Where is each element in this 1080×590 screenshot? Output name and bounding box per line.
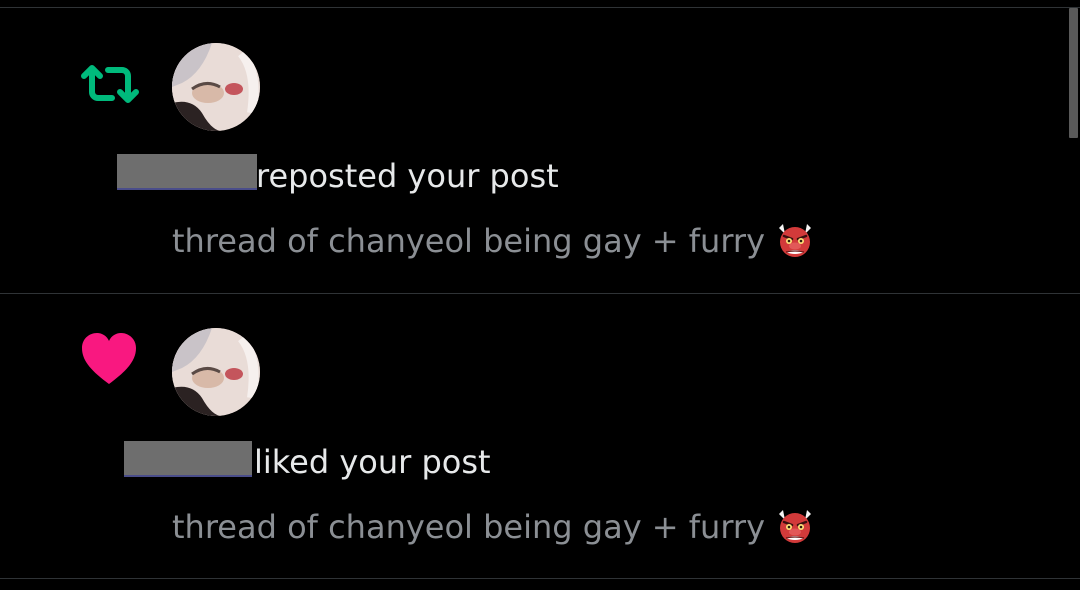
post-preview-text: thread of chanyeol being gay + furry — [172, 222, 766, 260]
action-text: liked your post — [254, 443, 491, 481]
post-preview[interactable]: thread of chanyeol being gay + furry — [172, 220, 815, 261]
post-preview-text: thread of chanyeol being gay + furry — [172, 508, 766, 546]
post-preview[interactable]: thread of chanyeol being gay + furry — [172, 506, 815, 547]
avatar[interactable] — [172, 43, 260, 131]
avatar[interactable] — [172, 328, 260, 416]
action-text: reposted your post — [256, 157, 559, 195]
notification-repost[interactable]: reposted your post thread of chanyeol be… — [0, 8, 1070, 293]
divider-bottom — [0, 578, 1080, 579]
notification-like[interactable]: liked your post thread of chanyeol being… — [0, 294, 1070, 579]
scrollbar[interactable] — [1069, 8, 1078, 138]
redacted-username — [124, 441, 252, 477]
goblin-emoji-icon — [775, 220, 815, 260]
goblin-emoji-icon — [775, 506, 815, 546]
repost-icon — [78, 52, 142, 116]
redacted-username — [117, 154, 257, 190]
heart-icon — [80, 330, 138, 388]
